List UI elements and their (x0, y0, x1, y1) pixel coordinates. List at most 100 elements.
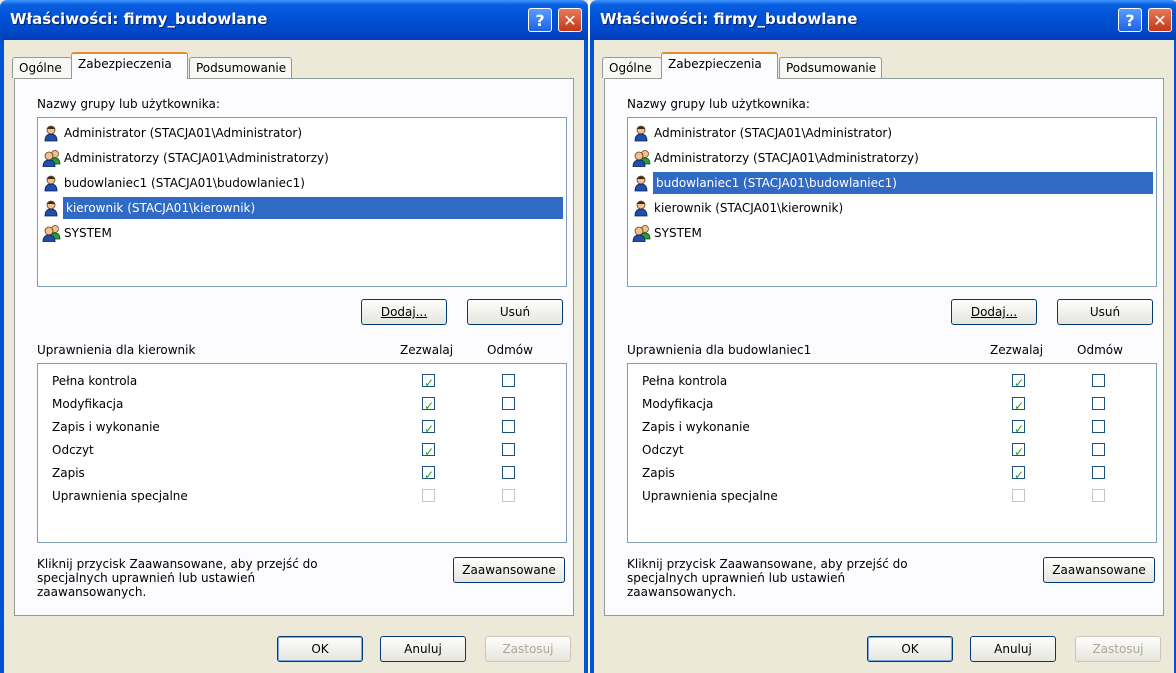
allow-checkbox[interactable]: ✓ (1012, 466, 1025, 482)
cancel-button[interactable]: Anuluj (380, 636, 466, 662)
properties-dialog: Właściwości: firmy_budowlane? ✕ Ogólne Zabe… (0, 0, 588, 673)
window-border (584, 40, 588, 673)
title-bar[interactable]: Właściwości: firmy_budowlane? ✕ (590, 0, 1176, 40)
add-label: Dodaj... (970, 305, 1018, 319)
advanced-button[interactable]: Zaawansowane (1043, 557, 1155, 583)
hint-line: zaawansowanych. (627, 585, 737, 599)
close-button[interactable]: ✕ (1148, 8, 1172, 32)
tab-general[interactable]: Ogólne (12, 57, 72, 78)
deny-checkbox (502, 489, 515, 502)
user-name: Administrator (STACJA01\Administrator) (64, 126, 303, 140)
advanced-label: Zaawansowane (462, 563, 556, 577)
allow-checkbox[interactable]: ✓ (422, 443, 435, 459)
remove-button[interactable]: Usuń (1057, 299, 1153, 325)
close-icon: ✕ (563, 10, 577, 30)
tab-summary[interactable]: Podsumowanie (189, 57, 292, 78)
list-item[interactable]: kierownik (STACJA01\kierownik) (632, 197, 849, 219)
permission-name: Pełna kontrola (52, 374, 138, 388)
check-icon: ✓ (424, 468, 435, 482)
deny-checkbox[interactable] (502, 374, 515, 387)
allow-checkbox[interactable]: ✓ (1012, 374, 1025, 390)
allow-checkbox[interactable]: ✓ (422, 420, 435, 436)
deny-checkbox[interactable] (1092, 374, 1105, 387)
advanced-label: Zaawansowane (1052, 563, 1146, 577)
user-name: kierownik (STACJA01\kierownik) (654, 201, 844, 215)
properties-dialog: Właściwości: firmy_budowlane? ✕ Ogólne Zabe… (590, 0, 1176, 673)
table-row: Zapis i wykonanie ✓ (642, 416, 1142, 438)
user-name: Administratorzy (STACJA01\Administratorz… (654, 151, 919, 165)
tab-security[interactable]: Zabezpieczenia (661, 52, 778, 79)
deny-header: Odmów (487, 343, 533, 357)
tab-general[interactable]: Ogólne (602, 57, 662, 78)
ok-button[interactable]: OK (277, 636, 363, 662)
table-row: Zapis ✓ (642, 462, 1142, 484)
list-item[interactable]: Administratorzy (STACJA01\Administratorz… (42, 147, 335, 169)
table-row: Zapis i wykonanie ✓ (52, 416, 552, 438)
cancel-button[interactable]: Anuluj (970, 636, 1056, 662)
add-button[interactable]: Dodaj... (361, 299, 447, 325)
permission-name: Zapis (642, 466, 675, 480)
deny-checkbox[interactable] (502, 443, 515, 456)
list-item[interactable]: budowlaniec1 (STACJA01\budowlaniec1) (42, 172, 311, 194)
apply-button: Zastosuj (485, 636, 571, 662)
add-button[interactable]: Dodaj... (951, 299, 1037, 325)
remove-button[interactable]: Usuń (467, 299, 563, 325)
advanced-hint: Kliknij przycisk Zaawansowane, aby przej… (627, 557, 967, 599)
deny-checkbox[interactable] (502, 397, 515, 410)
deny-checkbox[interactable] (1092, 466, 1105, 479)
list-item[interactable]: budowlaniec1 (STACJA01\budowlaniec1) (632, 172, 1159, 194)
tab-summary[interactable]: Podsumowanie (779, 57, 882, 78)
allow-checkbox[interactable]: ✓ (1012, 443, 1025, 459)
check-icon: ✓ (1014, 399, 1025, 413)
close-button[interactable]: ✕ (558, 8, 582, 32)
users-listbox[interactable]: Administrator (STACJA01\Administrator) Ad… (37, 117, 567, 287)
list-item[interactable]: SYSTEM (42, 222, 118, 244)
title-bar[interactable]: Właściwości: firmy_budowlane? ✕ (0, 0, 588, 40)
deny-checkbox[interactable] (1092, 420, 1105, 433)
list-item[interactable]: Administrator (STACJA01\Administrator) (632, 122, 898, 144)
permission-name: Zapis i wykonanie (642, 420, 750, 434)
add-label: Dodaj... (380, 305, 428, 319)
apply-button: Zastosuj (1075, 636, 1161, 662)
ok-button[interactable]: OK (867, 636, 953, 662)
list-item[interactable]: Administratorzy (STACJA01\Administratorz… (632, 147, 925, 169)
user-name: Administrator (STACJA01\Administrator) (654, 126, 893, 140)
ok-label: OK (311, 642, 329, 656)
advanced-hint: Kliknij przycisk Zaawansowane, aby przej… (37, 557, 377, 599)
group-icon (42, 224, 61, 243)
user-name: budowlaniec1 (STACJA01\budowlaniec1) (653, 172, 1153, 194)
allow-checkbox[interactable]: ✓ (1012, 420, 1025, 436)
permission-name: Uprawnienia specjalne (642, 489, 778, 503)
allow-checkbox[interactable]: ✓ (422, 374, 435, 390)
permission-name: Zapis i wykonanie (52, 420, 160, 434)
deny-checkbox[interactable] (502, 420, 515, 433)
list-item[interactable]: SYSTEM (632, 222, 708, 244)
allow-checkbox[interactable]: ✓ (422, 466, 435, 482)
deny-checkbox[interactable] (1092, 443, 1105, 456)
deny-checkbox[interactable] (1092, 397, 1105, 410)
tab-security[interactable]: Zabezpieczenia (71, 52, 188, 79)
deny-checkbox (1092, 489, 1105, 502)
list-item[interactable]: Administrator (STACJA01\Administrator) (42, 122, 308, 144)
user-icon (632, 124, 650, 142)
permission-name: Modyfikacja (52, 397, 124, 411)
table-row: Odczyt ✓ (52, 439, 552, 461)
users-label: Nazwy grupy lub użytkownika: (627, 97, 810, 111)
users-listbox[interactable]: Administrator (STACJA01\Administrator) Ad… (627, 117, 1157, 287)
help-button[interactable]: ? (1118, 8, 1142, 32)
ok-label: OK (901, 642, 919, 656)
help-button[interactable]: ? (528, 8, 552, 32)
hint-line: Kliknij przycisk Zaawansowane, aby przej… (627, 557, 908, 571)
deny-checkbox[interactable] (502, 466, 515, 479)
security-tab-panel: Nazwy grupy lub użytkownika: Administrato… (604, 78, 1164, 616)
table-row: Uprawnienia specjalne (52, 485, 552, 507)
apply-label: Zastosuj (502, 642, 554, 656)
list-item[interactable]: kierownik (STACJA01\kierownik) (42, 197, 569, 219)
allow-checkbox[interactable]: ✓ (1012, 397, 1025, 413)
user-icon (632, 199, 650, 217)
cancel-label: Anuluj (404, 642, 442, 656)
window-border (590, 40, 594, 673)
allow-checkbox[interactable]: ✓ (422, 397, 435, 413)
users-label: Nazwy grupy lub użytkownika: (37, 97, 220, 111)
advanced-button[interactable]: Zaawansowane (453, 557, 565, 583)
